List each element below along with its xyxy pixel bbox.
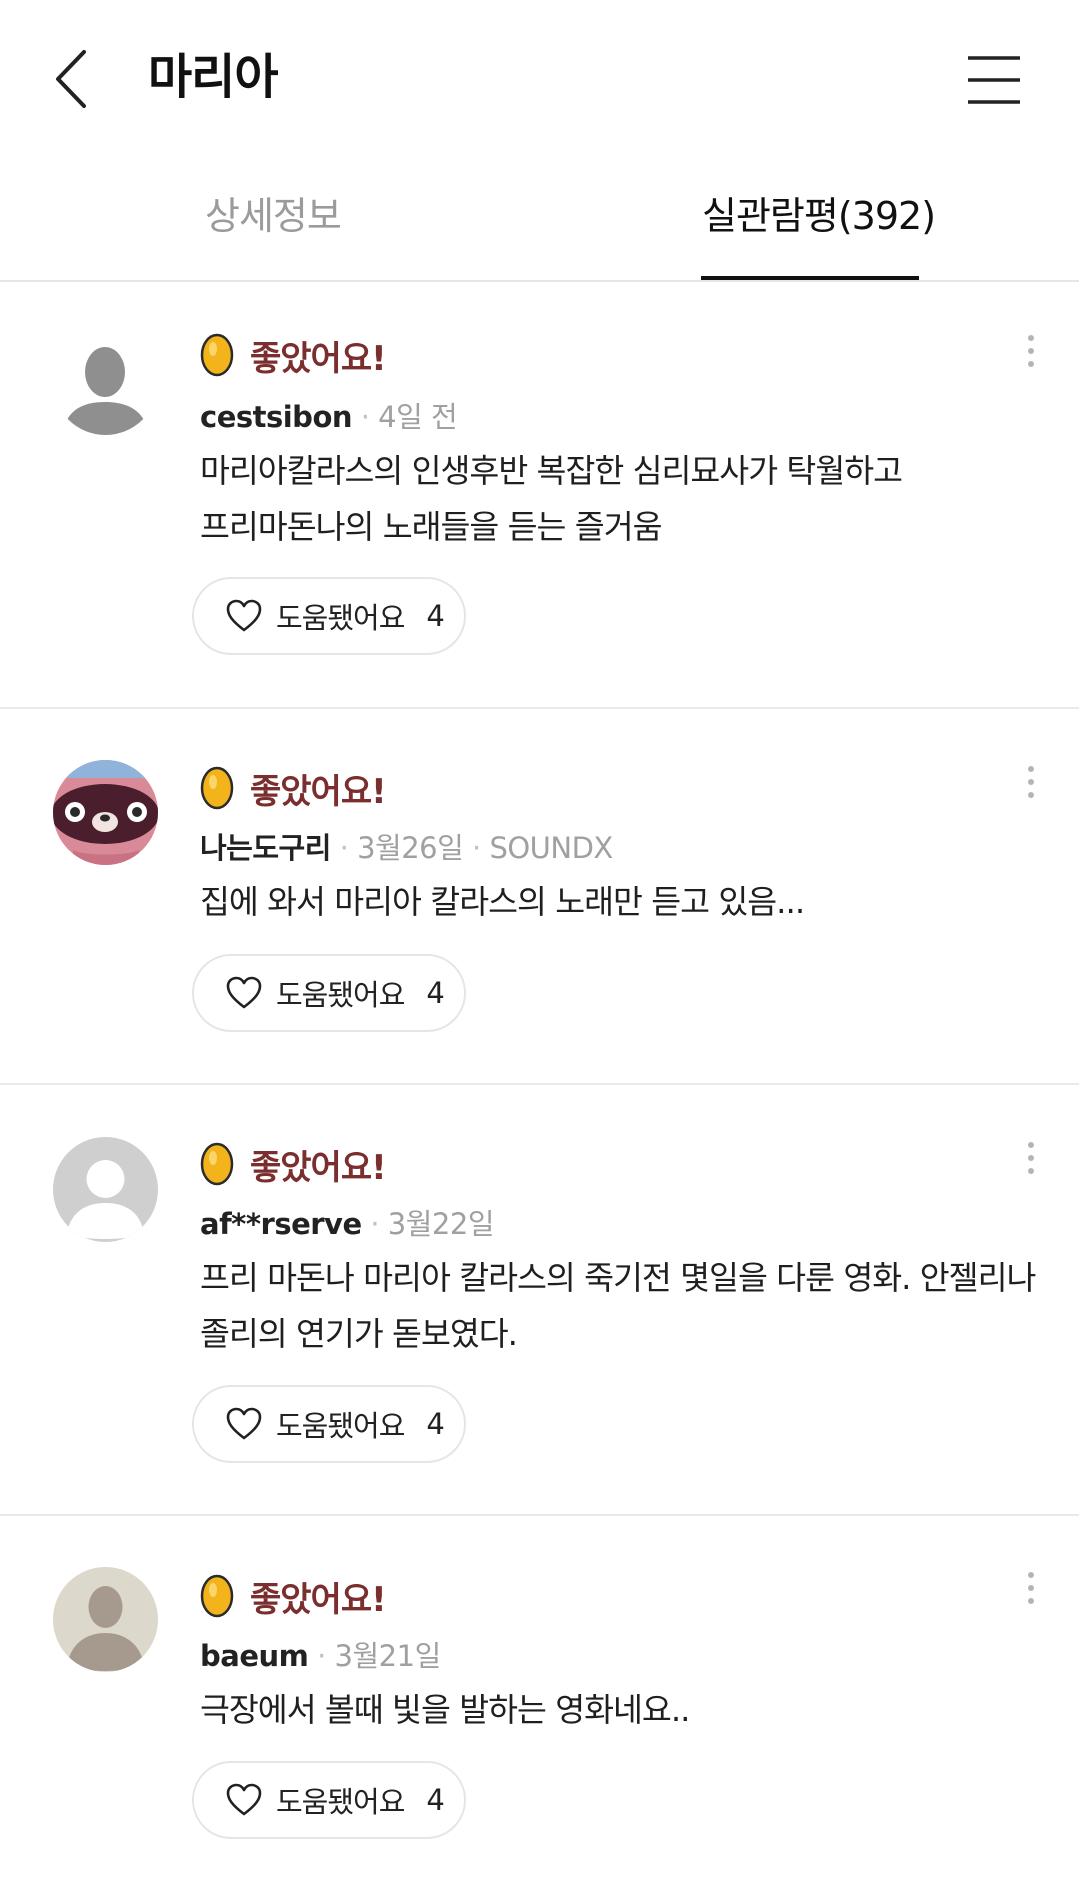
helpful-label: 도움됐어요	[276, 1409, 405, 1443]
avatar	[53, 1567, 158, 1672]
heart-icon	[226, 1783, 262, 1816]
rating-label: 좋았어요!	[250, 1579, 387, 1620]
tab-bar: 상세정보 실관람평(392)	[0, 172, 1079, 282]
active-tab-indicator	[701, 276, 919, 280]
rating-label: 좋았어요!	[250, 1147, 387, 1188]
review-date: 3월22일	[387, 1207, 495, 1241]
avatar	[53, 330, 158, 435]
review-meta: 나는도구리 · 3월26일 · SOUNDX	[200, 831, 613, 865]
rating: 좋았어요!	[200, 1139, 387, 1189]
author-name: cestsibon	[200, 400, 353, 434]
divider	[0, 1514, 1079, 1516]
user-silhouette-icon	[53, 1567, 158, 1672]
more-vertical-icon	[1028, 766, 1034, 798]
golden-egg-icon	[200, 1574, 234, 1618]
more-options-button[interactable]	[1018, 1567, 1044, 1617]
more-options-button[interactable]	[1018, 1137, 1044, 1187]
rating-label: 좋았어요!	[250, 338, 387, 379]
review-date: 4일 전	[378, 400, 458, 434]
helpful-count: 4	[426, 976, 445, 1010]
author-name: af**rserve	[200, 1207, 362, 1241]
helpful-label: 도움됐어요	[276, 978, 405, 1012]
more-options-button[interactable]	[1018, 330, 1044, 380]
helpful-count: 4	[426, 1407, 445, 1441]
review-date: 3월26일	[357, 831, 464, 865]
rating: 좋았어요!	[200, 1571, 387, 1621]
heart-icon	[226, 599, 262, 632]
more-vertical-icon	[1028, 1142, 1034, 1174]
golden-egg-icon	[200, 766, 234, 810]
helpful-button[interactable]: 도움됐어요 4	[192, 1385, 466, 1463]
more-options-button[interactable]	[1018, 761, 1044, 811]
app-header: 마리아	[0, 0, 1079, 160]
golden-egg-icon	[200, 333, 234, 377]
review-text: 극장에서 볼때 빛을 발하는 영화네요..	[200, 1691, 691, 1729]
review-meta: af**rserve · 3월22일	[200, 1207, 495, 1241]
heart-icon	[226, 1407, 262, 1440]
review-meta: cestsibon · 4일 전	[200, 400, 458, 434]
hamburger-menu-icon	[968, 56, 1020, 104]
page-title: 마리아	[148, 49, 278, 105]
review-text: 집에 와서 마리아 칼라스의 노래만 듣고 있음...	[200, 883, 805, 921]
avatar	[53, 1137, 158, 1242]
divider	[0, 707, 1079, 709]
review-source: SOUNDX	[489, 831, 613, 865]
helpful-button[interactable]: 도움됐어요 4	[192, 954, 466, 1032]
review-text: 프리 마돈나 마리아 칼라스의 죽기전 몇일을 다룬 영화. 안젤리나 졸리의 …	[200, 1259, 1036, 1353]
user-silhouette-icon	[53, 330, 158, 435]
menu-button[interactable]	[966, 54, 1022, 106]
review-text: 마리아칼라스의 인생후반 복잡한 심리묘사가 탁월하고 프리마돈나의 노래들을 …	[200, 452, 903, 546]
tab-details[interactable]: 상세정보	[205, 190, 342, 242]
character-avatar-icon	[53, 760, 158, 865]
helpful-button[interactable]: 도움됐어요 4	[192, 1761, 466, 1839]
helpful-count: 4	[426, 599, 445, 633]
helpful-button[interactable]: 도움됐어요 4	[192, 577, 466, 655]
review-date: 3월21일	[334, 1639, 442, 1673]
tab-reviews[interactable]: 실관람평(392)	[702, 190, 936, 242]
author-name: baeum	[200, 1639, 309, 1673]
helpful-label: 도움됐어요	[276, 1785, 405, 1819]
review-meta: baeum · 3월21일	[200, 1639, 442, 1673]
heart-icon	[226, 976, 262, 1009]
rating: 좋았어요!	[200, 330, 387, 380]
more-vertical-icon	[1028, 1572, 1034, 1604]
helpful-count: 4	[426, 1783, 445, 1817]
helpful-label: 도움됐어요	[276, 601, 405, 635]
avatar	[53, 760, 158, 865]
more-vertical-icon	[1028, 335, 1034, 367]
golden-egg-icon	[200, 1142, 234, 1186]
chevron-left-icon	[56, 50, 86, 108]
back-button[interactable]	[44, 44, 104, 114]
divider	[0, 1083, 1079, 1085]
rating-label: 좋았어요!	[250, 771, 387, 812]
author-name: 나는도구리	[200, 831, 331, 865]
rating: 좋았어요!	[200, 763, 387, 813]
user-silhouette-icon	[53, 1137, 158, 1242]
